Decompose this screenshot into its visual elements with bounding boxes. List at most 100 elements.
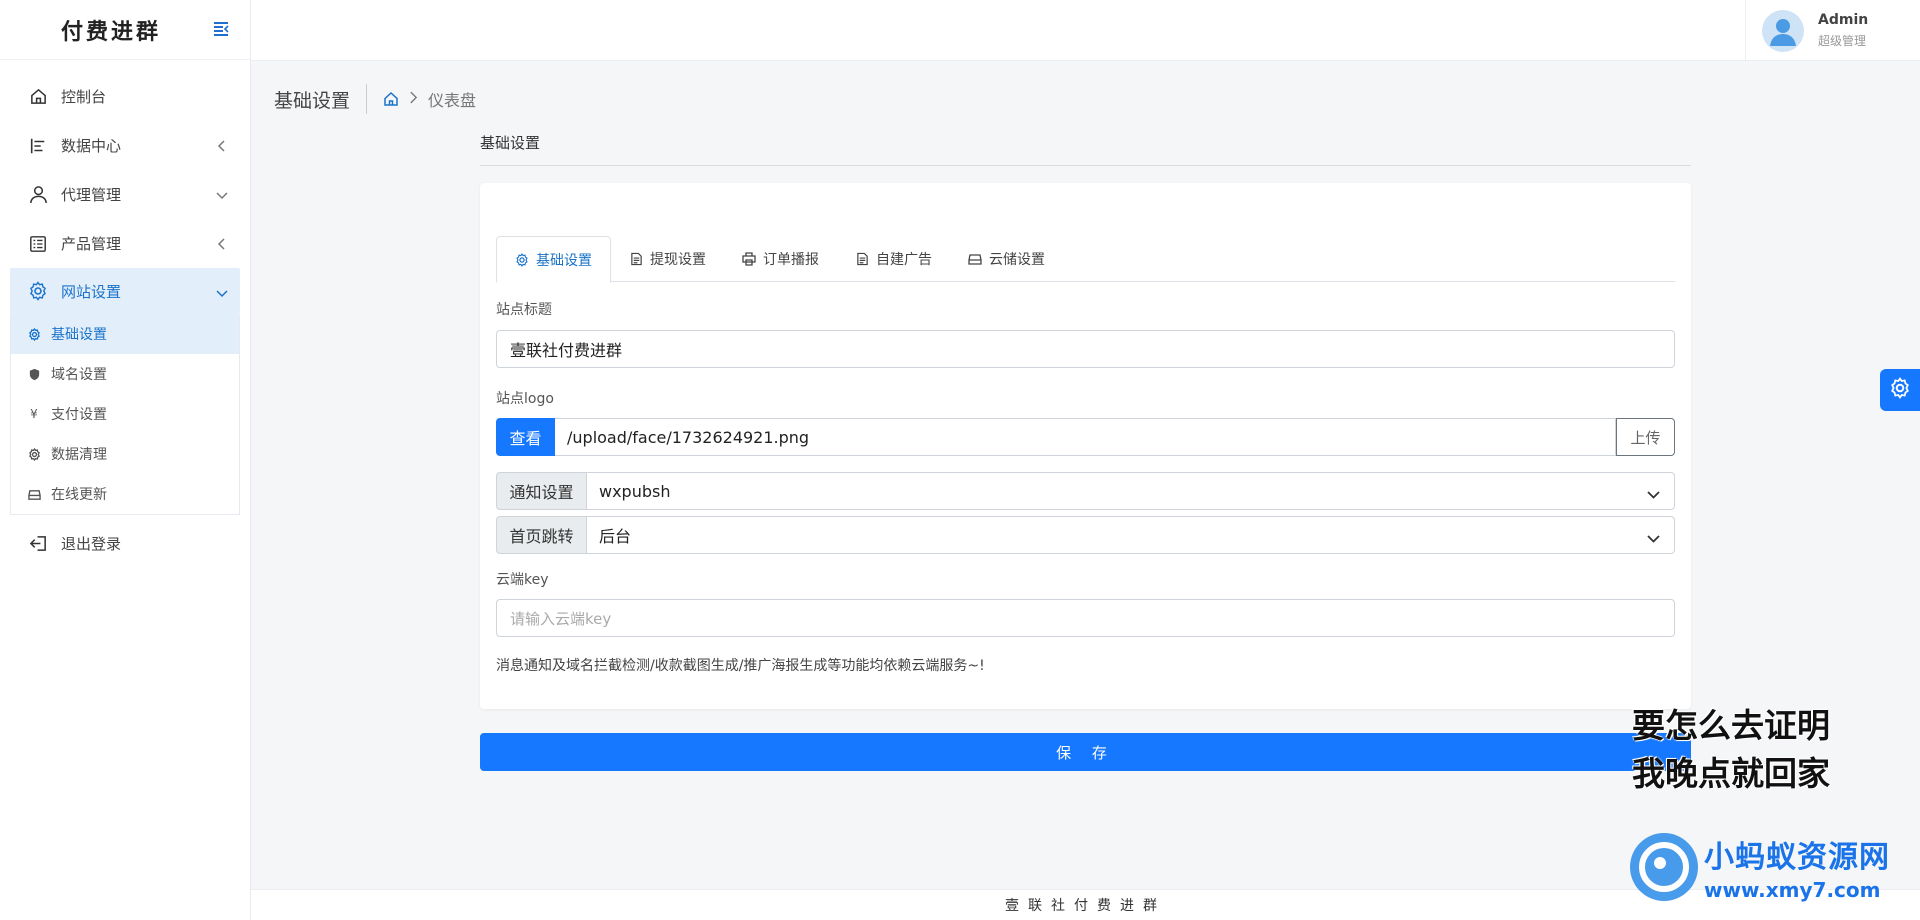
sidebar-item-site-settings[interactable]: 网站设置 [10, 268, 240, 314]
submenu-item-payment-settings[interactable]: ¥ 支付设置 [11, 394, 239, 434]
submenu-item-online-update[interactable]: 在线更新 [11, 474, 239, 514]
chevron-down-icon [1647, 530, 1660, 543]
brand-title: 付费进群 [60, 18, 161, 45]
view-logo-button[interactable]: 查看 [496, 418, 555, 456]
logout-icon [28, 534, 48, 554]
gear-icon [1889, 377, 1911, 403]
caption-line: 要怎么去证明 [1632, 706, 1830, 745]
page-title: 基础设置 [274, 89, 351, 112]
watermark: 小蚂蚁资源网 www.xmy7.com [1630, 832, 1890, 902]
submenu-item-basic-settings[interactable]: 基础设置 [11, 314, 239, 354]
chevron-down-icon [216, 187, 228, 200]
sidebar-item-label: 代理管理 [61, 186, 122, 204]
tab-cloud-storage[interactable]: 云储设置 [950, 236, 1063, 282]
menu-collapse-icon[interactable] [212, 20, 230, 38]
sidebar-item-label: 数据中心 [61, 137, 122, 155]
notify-label: 通知设置 [496, 472, 587, 510]
document-icon [855, 252, 869, 266]
gear-icon [27, 447, 41, 461]
top-bar: Admin 超级管理 [251, 0, 1920, 61]
sidebar-item-label: 产品管理 [61, 235, 122, 253]
tab-basic-settings[interactable]: 基础设置 [496, 236, 611, 283]
tab-withdraw-settings[interactable]: 提现设置 [611, 236, 724, 282]
tab-label: 提现设置 [650, 252, 706, 268]
printer-icon [742, 252, 756, 266]
home-redirect-label: 首页跳转 [496, 516, 587, 554]
notify-select-value: wxpubsh [599, 481, 671, 501]
site-logo-label: 站点logo [496, 391, 554, 407]
tab-order-broadcast[interactable]: 订单播报 [724, 236, 837, 282]
home-redirect-value: 后台 [599, 527, 632, 546]
user-meta: Admin 超级管理 [1818, 12, 1868, 49]
submenu-item-data-cleanup[interactable]: 数据清理 [11, 434, 239, 474]
cloud-service-note: 消息通知及域名拦截检测/收款截图生成/推广海报生成等功能均依赖云端服务~! [496, 658, 985, 674]
caption-line: 我晚点就回家 [1632, 754, 1830, 793]
sidebar-item-label: 控制台 [61, 88, 107, 106]
submenu-item-label: 域名设置 [51, 367, 107, 383]
bar-list-icon [28, 136, 48, 156]
user-name: Admin [1818, 12, 1869, 28]
drive-icon [968, 252, 982, 266]
site-title-label: 站点标题 [496, 302, 552, 318]
logo-path-input[interactable]: /upload/face/1732624921.png [555, 418, 1616, 456]
cloud-key-input[interactable]: 请输入云端key [496, 599, 1675, 637]
tab-label: 自建广告 [876, 252, 932, 268]
sidebar-menu: 控制台 数据中心 代理管理 产品管理 网站设置 基础设置 域名设置 ¥ 支付设置… [0, 60, 250, 568]
shield-icon [27, 367, 41, 381]
tab-label: 订单播报 [763, 252, 819, 268]
sidebar-item-agents[interactable]: 代理管理 [0, 170, 250, 219]
video-caption: 要怎么去证明 我晚点就回家 [1632, 702, 1830, 798]
settings-form: 站点标题 壹联社付费进群 站点logo 查看 /upload/face/1732… [496, 299, 1675, 675]
settings-card: 基础设置 提现设置 订单播报 自建广告 云储设置 站点标题 壹联社付费进群 站点… [480, 183, 1691, 709]
chevron-left-icon [216, 236, 228, 250]
gear-icon [515, 252, 529, 267]
floating-settings-button[interactable] [1880, 369, 1920, 411]
submenu-item-domain-settings[interactable]: 域名设置 [11, 354, 239, 394]
sidebar-item-products[interactable]: 产品管理 [0, 219, 250, 268]
avatar [1762, 9, 1804, 52]
user-menu[interactable]: Admin 超级管理 [1745, 0, 1920, 61]
chevron-right-icon [409, 91, 418, 108]
watermark-url: www.xmy7.com [1704, 878, 1881, 902]
breadcrumb[interactable]: 仪表盘 [428, 87, 476, 111]
submenu-item-label: 支付设置 [51, 407, 107, 423]
header-divider [366, 84, 368, 114]
user-icon [28, 185, 48, 205]
submenu-item-label: 基础设置 [51, 327, 107, 343]
notify-group: 通知设置 wxpubsh [496, 472, 1675, 510]
ant-logo-icon [1630, 833, 1698, 901]
gear-icon [27, 327, 41, 341]
settings-tabs: 基础设置 提现设置 订单播报 自建广告 云储设置 [496, 236, 1675, 283]
watermark-title: 小蚂蚁资源网 [1704, 840, 1890, 875]
sidebar-item-dashboard[interactable]: 控制台 [0, 72, 250, 121]
page-header: 基础设置 仪表盘 [274, 84, 476, 114]
site-title-input[interactable]: 壹联社付费进群 [496, 330, 1675, 368]
cloud-key-label: 云端key [496, 572, 549, 588]
upload-button[interactable]: 上传 [1616, 418, 1675, 456]
yen-icon: ¥ [30, 407, 38, 421]
sidebar-item-label: 网站设置 [61, 282, 122, 301]
home-redirect-group: 首页跳转 后台 [496, 516, 1675, 554]
section-divider [480, 165, 1691, 166]
chevron-down-icon [1647, 486, 1660, 499]
submenu-item-label: 在线更新 [51, 487, 107, 503]
notify-select[interactable]: wxpubsh [587, 472, 1675, 510]
brand-header: 付费进群 [0, 0, 250, 60]
home-icon[interactable] [383, 91, 399, 107]
tab-custom-ads[interactable]: 自建广告 [837, 236, 950, 282]
drive-icon [27, 487, 41, 501]
watermark-text: 小蚂蚁资源网 www.xmy7.com [1704, 832, 1890, 902]
home-icon [28, 87, 48, 107]
tab-label: 云储设置 [989, 252, 1045, 268]
site-logo-group: 查看 /upload/face/1732624921.png 上传 [496, 418, 1675, 456]
gear-icon [28, 281, 48, 301]
sidebar-item-label: 退出登录 [61, 535, 122, 553]
submenu-item-label: 数据清理 [51, 447, 107, 463]
user-role: 超级管理 [1818, 34, 1867, 48]
sidebar-item-logout[interactable]: 退出登录 [0, 519, 250, 568]
sidebar-item-data-center[interactable]: 数据中心 [0, 121, 250, 170]
site-settings-submenu: 基础设置 域名设置 ¥ 支付设置 数据清理 在线更新 [10, 314, 240, 515]
home-redirect-select[interactable]: 后台 [587, 516, 1675, 554]
chevron-down-icon [216, 285, 228, 298]
save-button[interactable]: 保 存 [480, 733, 1691, 771]
